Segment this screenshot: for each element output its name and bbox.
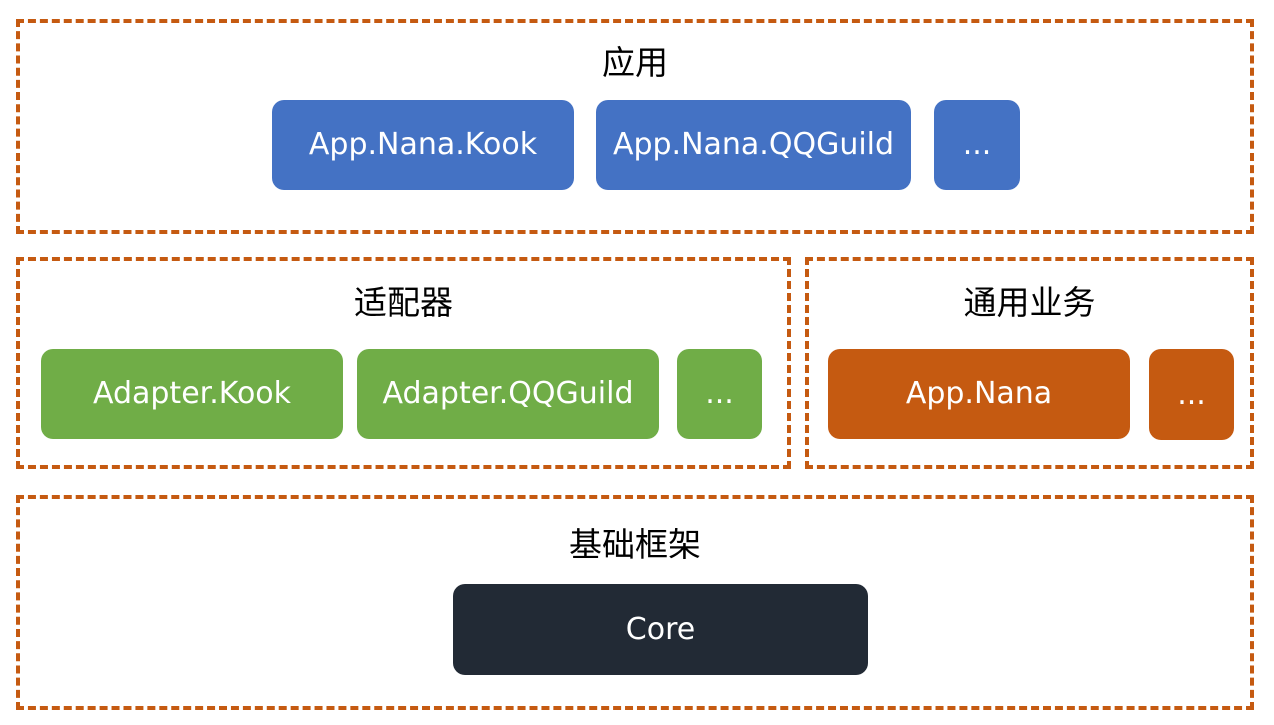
app-more-box: ...	[934, 100, 1020, 190]
business-layer-title: 通用业务	[963, 283, 1096, 322]
app-nana-box: App.Nana	[828, 349, 1130, 439]
core-layer-title: 基础框架	[569, 525, 701, 564]
core-box: Core	[453, 584, 868, 675]
business-more-box: ...	[1149, 349, 1234, 440]
app-layer-title: 应用	[602, 43, 668, 82]
adapter-kook-box: Adapter.Kook	[41, 349, 343, 439]
app-nana-qqguild-box: App.Nana.QQGuild	[596, 100, 911, 190]
adapter-layer-title: 适配器	[354, 283, 453, 322]
adapter-qqguild-box: Adapter.QQGuild	[357, 349, 659, 439]
app-nana-kook-box: App.Nana.Kook	[272, 100, 574, 190]
adapter-more-box: ...	[677, 349, 762, 439]
